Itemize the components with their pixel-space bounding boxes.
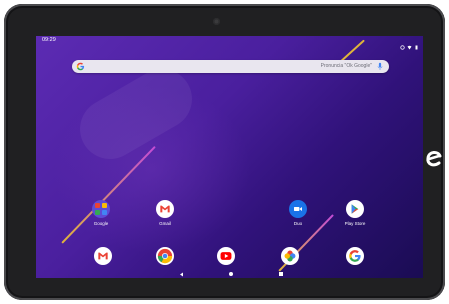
app-label: Play Store xyxy=(344,221,366,226)
app-play-store[interactable]: Play Store xyxy=(333,200,377,226)
photos-icon xyxy=(281,247,299,265)
home-screen: 09:29 Pronuncia "Ok Google" Google Gmail… xyxy=(36,36,423,278)
recents-icon[interactable] xyxy=(279,272,283,276)
gmail-icon xyxy=(156,200,174,218)
microphone-icon[interactable] xyxy=(376,62,384,71)
search-bar[interactable]: Pronuncia "Ok Google" xyxy=(72,60,389,73)
battery-icon xyxy=(414,37,419,50)
navigation-bar xyxy=(36,270,423,278)
app-google[interactable]: Google xyxy=(79,200,123,226)
wallpaper-line xyxy=(61,145,156,244)
back-icon[interactable] xyxy=(179,272,184,277)
wallpaper-shape xyxy=(69,58,203,170)
google-app-icon xyxy=(92,200,110,218)
app-gmail[interactable]: Gmail xyxy=(143,200,187,226)
front-camera xyxy=(213,18,220,25)
tablet-device: 09:29 Pronuncia "Ok Google" Google Gmail… xyxy=(4,4,445,300)
play-store-icon xyxy=(346,200,364,218)
dock-gmail[interactable] xyxy=(81,247,125,265)
status-bar: 09:29 xyxy=(36,36,423,50)
duo-icon xyxy=(289,200,307,218)
app-duo[interactable]: Duo xyxy=(276,200,320,226)
dock-chrome[interactable] xyxy=(143,247,187,265)
signal-icon xyxy=(400,37,405,50)
home-icon[interactable] xyxy=(229,272,233,276)
google-logo-icon xyxy=(76,62,85,71)
chrome-icon xyxy=(156,247,174,265)
status-time: 09:29 xyxy=(42,37,56,43)
brand-logo-icon xyxy=(426,151,442,167)
wifi-icon xyxy=(407,37,412,50)
google-icon xyxy=(346,247,364,265)
dock-photos[interactable] xyxy=(268,247,312,265)
gmail-icon xyxy=(94,247,112,265)
app-label: Gmail xyxy=(159,221,171,226)
youtube-icon xyxy=(217,247,235,265)
dock-youtube[interactable] xyxy=(204,247,248,265)
search-hint: Pronuncia "Ok Google" xyxy=(320,63,372,69)
app-label: Duo xyxy=(293,221,303,226)
app-label: Google xyxy=(93,221,109,226)
dock-google[interactable] xyxy=(333,247,377,265)
